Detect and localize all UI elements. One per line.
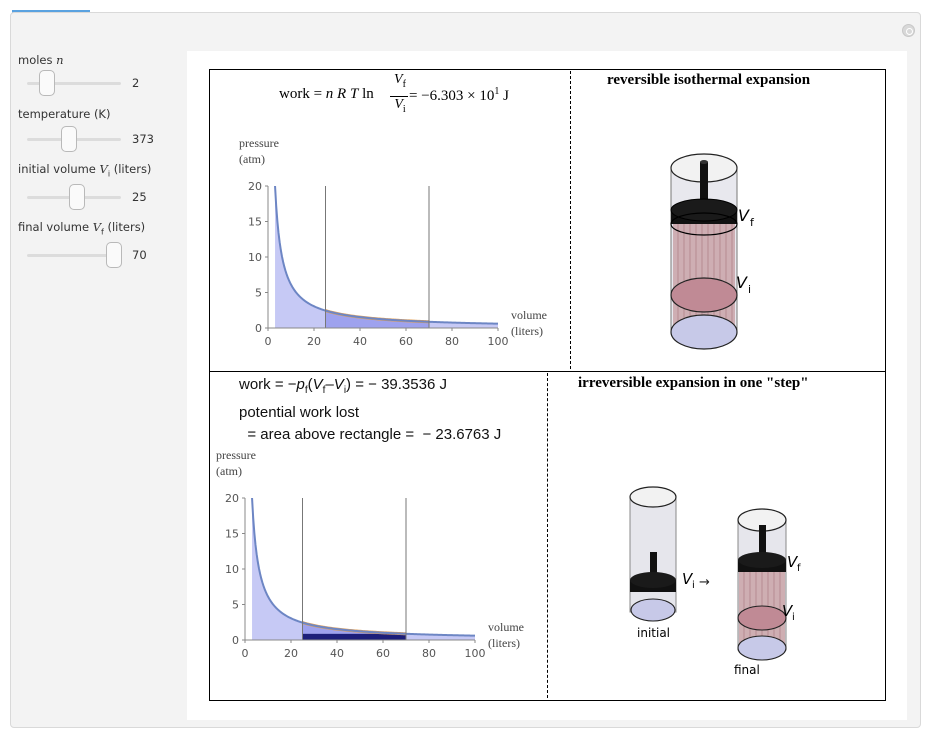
reset-icon[interactable] [902, 24, 915, 37]
x-tick-label: 0 [242, 647, 249, 660]
y-tick-label: 15 [248, 216, 262, 229]
moles-value: 2 [132, 76, 140, 90]
label-vf-sub: f [750, 216, 755, 229]
bottom-work-line: work = −pf(Vf–Vi) = − 39.3536 J [239, 376, 447, 396]
initial-volume-slider-thumb[interactable] [68, 184, 85, 210]
top-dashed-divider [570, 71, 571, 369]
frac-denominator: Vi [394, 97, 406, 115]
bottom-x-label-1: volume [488, 620, 524, 634]
bottom-y-label-2: (atm) [216, 464, 242, 478]
y-tick-label: 0 [232, 634, 239, 647]
moles-slider-thumb[interactable] [38, 70, 55, 96]
x-tick-label: 20 [307, 335, 321, 348]
work-lost-label: potential work lost [239, 404, 360, 421]
label-initial: initial [637, 626, 670, 640]
initial-volume-value: 25 [132, 190, 147, 204]
label-vf: V [738, 206, 750, 225]
top-work-result: = −6.303 × 101 J [409, 86, 509, 104]
y-tick-label: 20 [225, 492, 239, 505]
x-tick-label: 100 [465, 647, 486, 660]
x-tick-label: 0 [265, 335, 272, 348]
initial-state-piston: initial V i → [629, 486, 710, 640]
control-label-temperature: temperature (K) [18, 107, 111, 121]
control-label-initial-volume: initial volume Vi (liters) [18, 162, 152, 179]
label-vi-final-sub: i [792, 612, 795, 623]
top-work-formula: work = n R T ln [279, 86, 374, 102]
control-label-moles: moles n [18, 53, 64, 67]
top-y-label-1: pressure [239, 136, 279, 150]
work-lost-value: = area above rectangle = − 23.6763 J [239, 426, 502, 443]
top-y-label-2: (atm) [239, 152, 265, 166]
y-tick-label: 0 [255, 322, 262, 335]
arrow-icon: → [699, 575, 710, 590]
label-vi: V [736, 273, 748, 292]
top-pv-chart: pressure (atm) volume (liters) 0 20 40 60 80… [239, 136, 547, 348]
y-tick-label: 10 [225, 563, 239, 576]
bottom-plot-area: 0 20 40 60 80 100 0 5 10 15 20 [225, 492, 486, 660]
bottom-title: irreversible expansion in one "step" [578, 375, 809, 391]
x-tick-label: 80 [422, 647, 436, 660]
x-tick-label: 80 [445, 335, 459, 348]
top-title: reversible isothermal expansion [607, 72, 811, 88]
top-x-label-1: volume [511, 308, 547, 322]
final-state-piston: V f V i final [734, 508, 801, 677]
frac-numerator: Vf [394, 72, 406, 90]
x-tick-label: 40 [353, 335, 367, 348]
section-divider [209, 371, 886, 372]
y-tick-label: 15 [225, 528, 239, 541]
y-tick-label: 5 [232, 599, 239, 612]
label-vi-initial-sub: i [692, 580, 695, 591]
y-tick-label: 5 [255, 287, 262, 300]
bottom-y-label-1: pressure [216, 448, 256, 462]
label-vf-final-sub: f [797, 563, 801, 574]
final-volume-value: 70 [132, 248, 147, 262]
x-tick-label: 20 [284, 647, 298, 660]
top-x-label-2: (liters) [511, 324, 543, 338]
bottom-dashed-divider [547, 373, 548, 698]
temperature-value: 373 [132, 132, 154, 146]
cylinder-bottom [670, 314, 738, 350]
top-plot-area: 0 20 40 60 80 100 0 5 10 15 20 [248, 180, 509, 348]
temperature-slider-thumb[interactable] [61, 126, 78, 152]
reversible-piston-illustration: V f V i [670, 153, 755, 350]
control-label-final-volume: final volume Vf (liters) [18, 220, 146, 237]
irreversible-work-rectangle [302, 633, 406, 640]
isotherm-curve [274, 185, 499, 325]
label-vi-sub: i [748, 283, 751, 296]
area-under-curve [275, 186, 498, 328]
bottom-x-label-2: (liters) [488, 636, 520, 650]
x-tick-label: 100 [488, 335, 509, 348]
final-volume-slider-thumb[interactable] [106, 242, 123, 268]
y-tick-label: 10 [248, 251, 262, 264]
area-under-curve [252, 498, 475, 640]
label-final: final [734, 663, 760, 677]
bottom-pv-chart: pressure (atm) volume (liters) 0 20 40 60 80… [216, 448, 524, 660]
x-tick-label: 60 [376, 647, 390, 660]
initial-volume-ring [670, 277, 738, 313]
x-tick-label: 60 [399, 335, 413, 348]
x-tick-label: 40 [330, 647, 344, 660]
isotherm-curve [251, 497, 476, 637]
y-tick-label: 20 [248, 180, 262, 193]
